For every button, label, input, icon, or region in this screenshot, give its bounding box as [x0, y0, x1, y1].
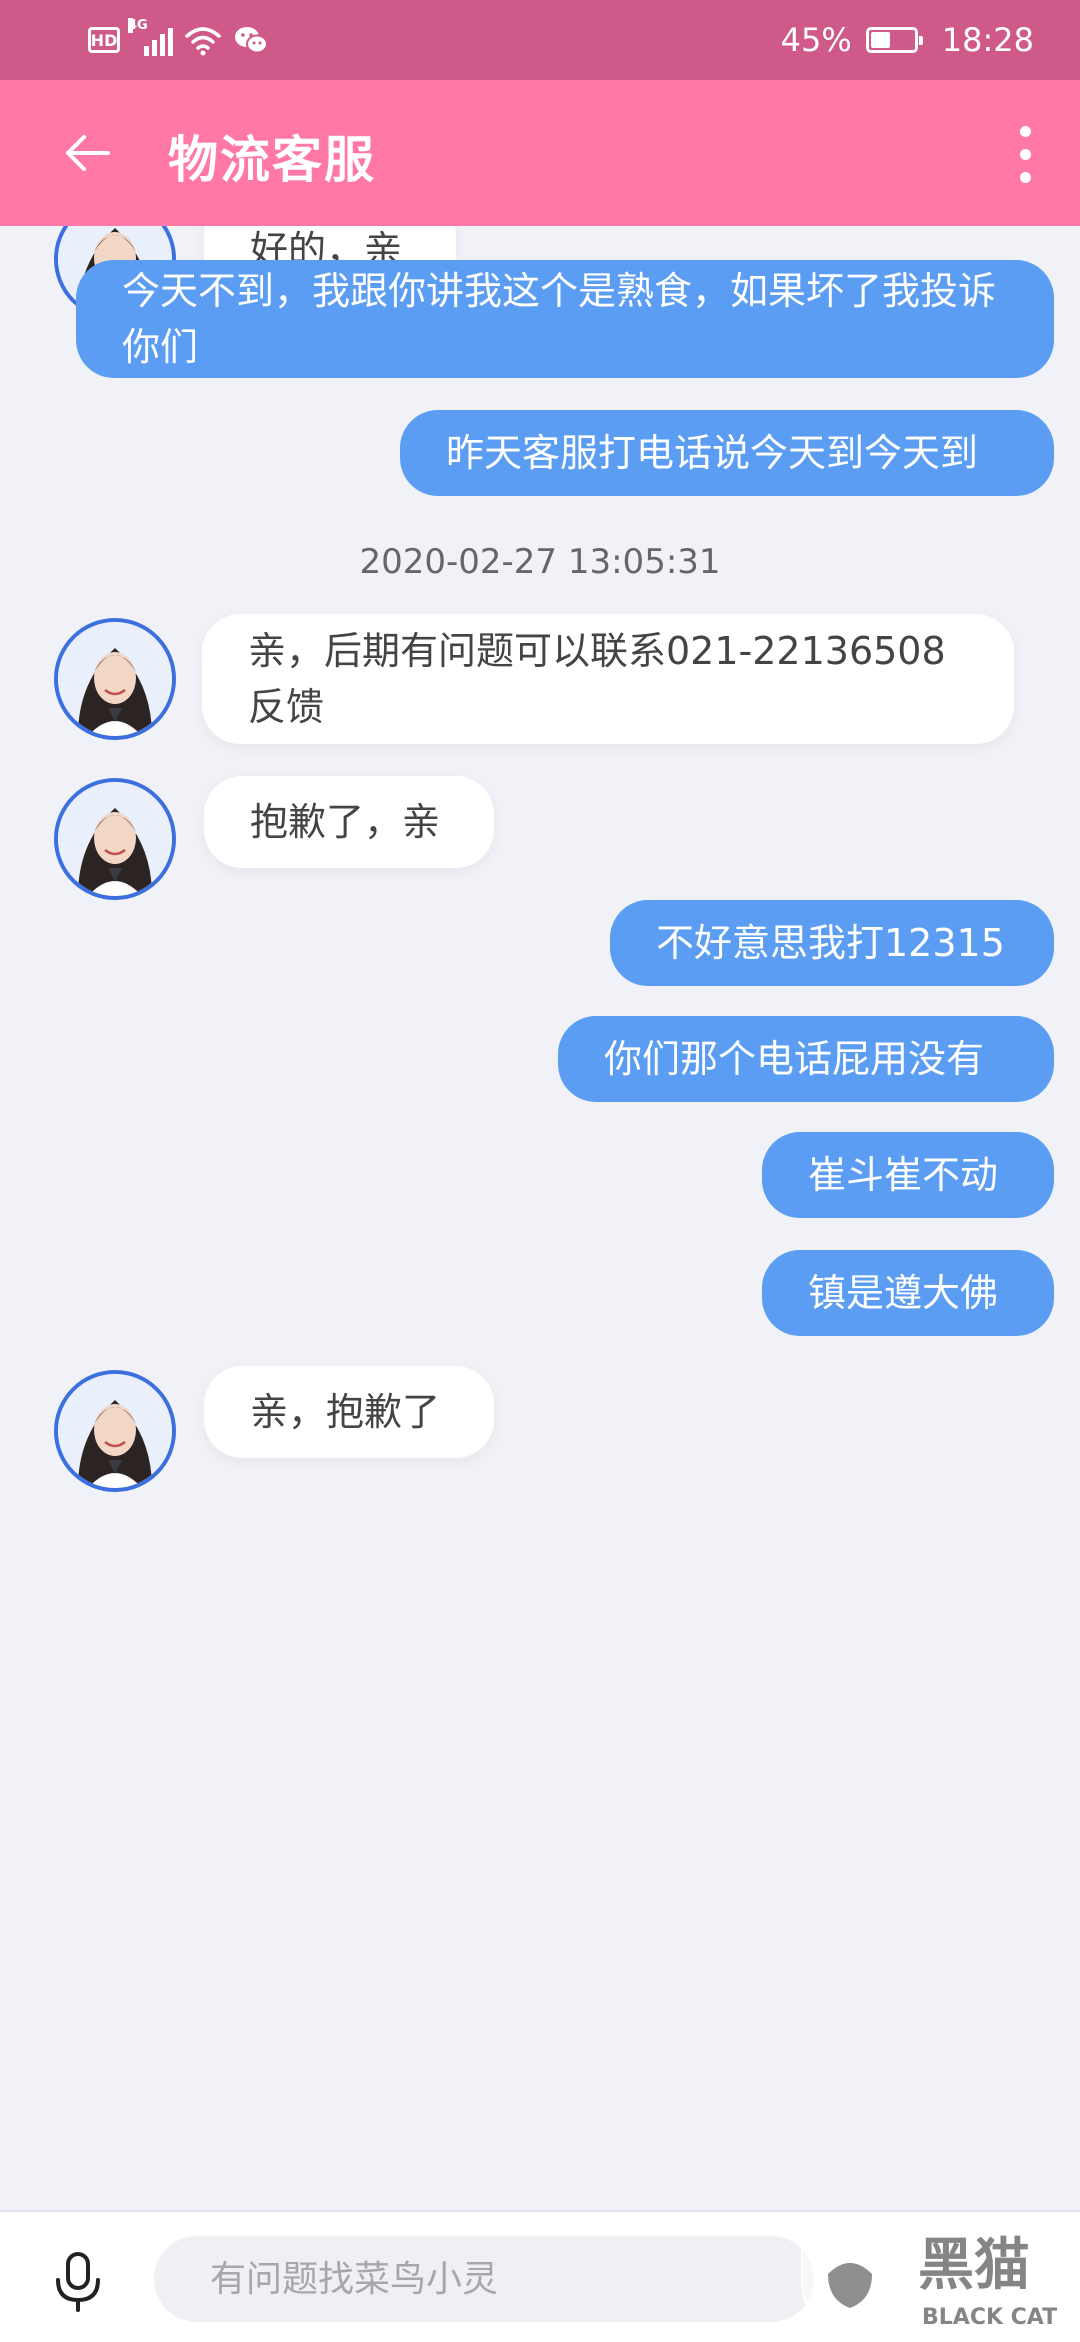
back-button[interactable] [52, 118, 122, 188]
voice-input-button[interactable] [48, 2250, 108, 2314]
battery-percent: 45% [780, 21, 852, 59]
agent-avatar[interactable] [54, 778, 176, 900]
status-bar: HD 4G 45% 18:28 [0, 0, 1080, 80]
incoming-message-bubble[interactable]: 亲，后期有问题可以联系021-22136508反馈 [202, 614, 1014, 744]
outgoing-message-bubble[interactable]: 镇是遵大佛 [762, 1250, 1054, 1336]
clock: 18:28 [941, 21, 1034, 59]
more-vertical-icon [1019, 125, 1031, 137]
battery-level-fill [870, 32, 890, 48]
message-input[interactable] [154, 2236, 814, 2322]
network-type-label: 4G [128, 18, 148, 33]
outgoing-message-bubble[interactable]: 昨天客服打电话说今天到今天到 [400, 410, 1054, 496]
agent-avatar[interactable] [54, 618, 176, 740]
battery-icon [865, 27, 923, 53]
outgoing-message-bubble[interactable]: 不好意思我打12315 [610, 900, 1054, 986]
black-cat-watermark-logo: 黑猫 BLACK CAT [801, 2216, 1057, 2340]
outgoing-message-bubble[interactable]: 你们那个电话屁用没有 [558, 1016, 1054, 1102]
status-icons-left: HD 4G [88, 18, 269, 60]
page-title: 物流客服 [168, 131, 376, 189]
chat-message-list[interactable]: 好的，亲 今天不到，我跟你讲我这个是熟食，如果坏了我投诉你们 昨天客服打电话说今天到… [0, 226, 1080, 2210]
app-header: 物流客服 [0, 80, 1080, 226]
message-timestamp: 2020-02-27 13:05:31 [359, 542, 721, 582]
wechat-icon [235, 27, 268, 54]
agent-avatar-icon [58, 782, 172, 896]
watermark-logo-text: 黑猫 [918, 2233, 1030, 2298]
status-icons-right: 45% 18:28 [781, 18, 1034, 62]
agent-avatar-icon [58, 622, 172, 736]
microphone-icon [56, 2252, 100, 2312]
agent-avatar-icon [58, 1374, 172, 1488]
hd-icon: HD [88, 27, 120, 53]
arrow-left-icon [66, 135, 110, 171]
more-options-button[interactable] [1000, 116, 1050, 192]
outgoing-message-bubble[interactable]: 今天不到，我跟你讲我这个是熟食，如果坏了我投诉你们 [76, 260, 1054, 378]
signal-icon: 4G [128, 18, 173, 56]
watermark-sub-text: BLACK CAT [922, 2305, 1057, 2330]
outgoing-message-bubble[interactable]: 崔斗崔不动 [762, 1132, 1054, 1218]
agent-avatar[interactable] [54, 1370, 176, 1492]
incoming-message-bubble[interactable]: 抱歉了，亲 [204, 776, 494, 868]
wifi-icon [185, 27, 221, 56]
incoming-message-bubble[interactable]: 亲，抱歉了 [204, 1366, 494, 1458]
